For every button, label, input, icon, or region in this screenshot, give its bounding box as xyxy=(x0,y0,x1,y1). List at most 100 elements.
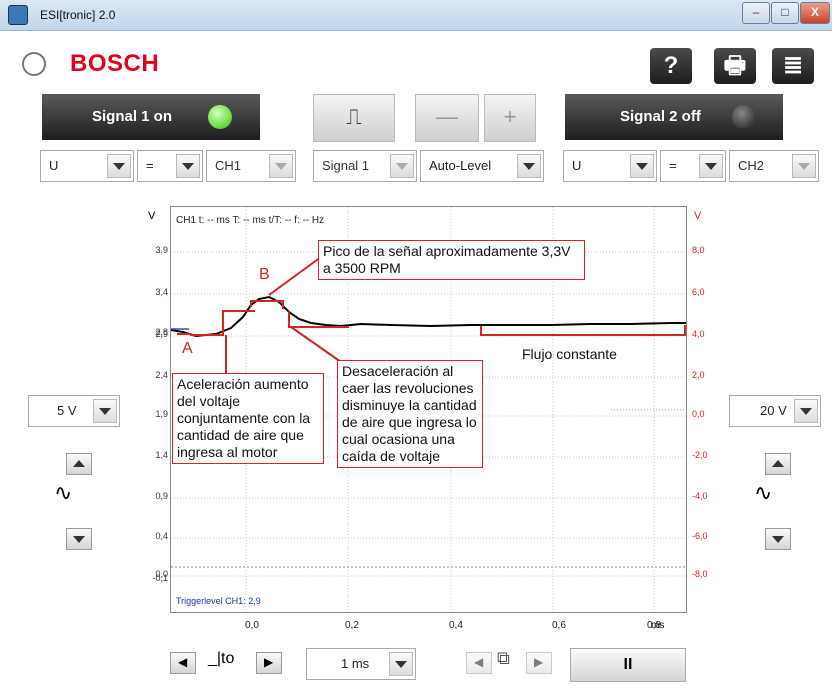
left-axis-tick: 3,9 xyxy=(155,245,168,255)
ch1-mode-value: U xyxy=(49,158,59,173)
trigger-level-readout: Triggerlevel CH1: 2,9 xyxy=(176,596,261,606)
print-button[interactable]: 🖶 xyxy=(714,48,756,84)
ch1-compare-select[interactable]: = xyxy=(137,150,203,182)
bosch-logo-icon xyxy=(22,52,46,76)
left-scale-select[interactable]: 5 V xyxy=(28,395,120,427)
annotation-decel-pointer xyxy=(290,326,342,363)
signal2-label: Signal 2 off xyxy=(620,108,701,125)
trigger-position-icon: _|to xyxy=(208,650,235,667)
x-axis-tick: 0,4 xyxy=(449,620,463,631)
left-axis-tick-extra: -0,1 xyxy=(152,573,168,583)
signal2-led-icon xyxy=(732,105,756,129)
left-offset-icon: ∿ xyxy=(54,480,73,505)
right-axis-tick: 0,0 xyxy=(692,409,705,419)
right-axis-tick: 6,0 xyxy=(692,287,705,297)
measurement-readout: CH1 t: -- ms T: -- ms t/T: -- f: -- Hz xyxy=(176,215,325,226)
right-axis-unit: V xyxy=(694,210,702,222)
chevron-down-icon xyxy=(630,154,654,178)
left-axis-unit: V xyxy=(148,210,156,222)
x-axis-tick: 0,6 xyxy=(552,620,566,631)
plus-button[interactable]: + xyxy=(484,94,536,142)
right-axis-tick: -2,0 xyxy=(692,450,708,460)
chevron-down-icon xyxy=(107,154,131,178)
maximize-button[interactable]: □ xyxy=(771,2,799,24)
right-axis-tick: 4,0 xyxy=(692,329,705,339)
x-axis-tick: 0,2 xyxy=(345,620,359,631)
left-scale-up-button[interactable] xyxy=(66,453,92,475)
signal2-button[interactable]: Signal 2 off xyxy=(565,94,783,140)
annotation-peak-pointer xyxy=(268,256,322,296)
minus-button[interactable]: — xyxy=(415,94,479,142)
left-axis-tick: 0,4 xyxy=(155,531,168,541)
ch2-compare-value: = xyxy=(669,158,677,173)
help-button[interactable]: ? xyxy=(650,48,692,84)
chevron-down-icon xyxy=(792,154,816,178)
window-title: ESI[tronic] 2.0 xyxy=(40,8,116,22)
right-axis-tick: -4,0 xyxy=(692,491,708,501)
signal1-label: Signal 1 on xyxy=(92,108,173,125)
left-axis-tick: 1,9 xyxy=(155,409,168,419)
trigger-edge-button[interactable]: ⎍ xyxy=(313,94,395,142)
ch1-channel-value: CH1 xyxy=(215,158,242,173)
deceleration-annotation: Desaceleración al caer las revoluciones … xyxy=(337,360,483,468)
ch2-mode-select[interactable]: U xyxy=(563,150,657,182)
acceleration-annotation: Aceleración aumento del voltaje conjunta… xyxy=(172,373,324,464)
chevron-down-icon xyxy=(517,154,541,178)
left-axis-tick: 0,9 xyxy=(155,491,168,501)
pause-button[interactable]: II xyxy=(570,648,686,682)
ch2-compare-select[interactable]: = xyxy=(660,150,726,182)
chevron-down-icon xyxy=(794,399,818,423)
left-axis-tick: 1,4 xyxy=(155,450,168,460)
chevron-down-icon xyxy=(699,154,723,178)
right-axis-tick: -6,0 xyxy=(692,531,708,541)
annotation-B: B xyxy=(259,266,270,283)
trigger-left-button[interactable]: ◀ xyxy=(170,652,196,674)
title-bar: ESI[tronic] 2.0 – □ X xyxy=(0,0,832,31)
chevron-down-icon xyxy=(93,399,117,423)
right-axis-tick: 8,0 xyxy=(692,245,705,255)
chevron-down-icon xyxy=(176,154,200,178)
left-axis-tick: 3,4 xyxy=(155,287,168,297)
flow-annotation: Flujo constante xyxy=(522,346,617,362)
signal-source-value: Signal 1 xyxy=(322,158,369,173)
signal1-led-icon xyxy=(208,105,232,129)
x-axis-tick: 0,0 xyxy=(245,620,259,631)
right-offset-icon: ∿ xyxy=(754,480,773,505)
close-button[interactable]: X xyxy=(800,2,830,24)
ch1-channel-select[interactable]: CH1 xyxy=(206,150,296,182)
chevron-down-icon xyxy=(390,154,414,178)
right-axis-tick: -8,0 xyxy=(692,569,708,579)
app-icon xyxy=(8,5,28,25)
signal1-button[interactable]: Signal 1 on xyxy=(42,94,260,140)
peak-annotation: Pico de la señal aproximadamente 3,3V a … xyxy=(318,240,585,280)
right-scale-up-button[interactable] xyxy=(765,453,791,475)
signal-trace xyxy=(171,295,686,338)
chevron-down-icon xyxy=(389,652,413,676)
history-icon: ⧉ xyxy=(497,648,510,668)
ch1-mode-select[interactable]: U xyxy=(40,150,134,182)
timebase-value: 1 ms xyxy=(341,656,370,671)
trigger-right-button[interactable]: ▶ xyxy=(256,652,282,674)
timebase-select[interactable]: 1 ms xyxy=(306,648,416,680)
history-left-button[interactable]: ◀ xyxy=(466,652,492,674)
history-right-button[interactable]: ▶ xyxy=(526,652,552,674)
left-scale-down-button[interactable] xyxy=(66,528,92,550)
menu-button[interactable]: ≣ xyxy=(772,48,814,84)
minimize-button[interactable]: – xyxy=(742,2,770,24)
brand-name: BOSCH xyxy=(70,50,160,77)
trigger-level-select[interactable]: Auto-Level xyxy=(420,150,544,182)
ch2-mode-value: U xyxy=(572,158,582,173)
annotation-A: A xyxy=(182,340,193,357)
ch2-channel-select[interactable]: CH2 xyxy=(729,150,819,182)
right-scale-select[interactable]: 20 V xyxy=(729,395,821,427)
chevron-down-icon xyxy=(269,154,293,178)
left-axis-tick-extra: 2,8 xyxy=(155,327,168,337)
right-scale-down-button[interactable] xyxy=(765,528,791,550)
right-scale-value: 20 V xyxy=(760,403,787,418)
ch1-compare-value: = xyxy=(146,158,154,173)
left-axis-tick: 2,4 xyxy=(155,370,168,380)
x-axis-unit: ms xyxy=(651,620,665,631)
right-axis-tick: 2,0 xyxy=(692,370,705,380)
ch2-channel-value: CH2 xyxy=(738,158,765,173)
signal-source-select[interactable]: Signal 1 xyxy=(313,150,417,182)
